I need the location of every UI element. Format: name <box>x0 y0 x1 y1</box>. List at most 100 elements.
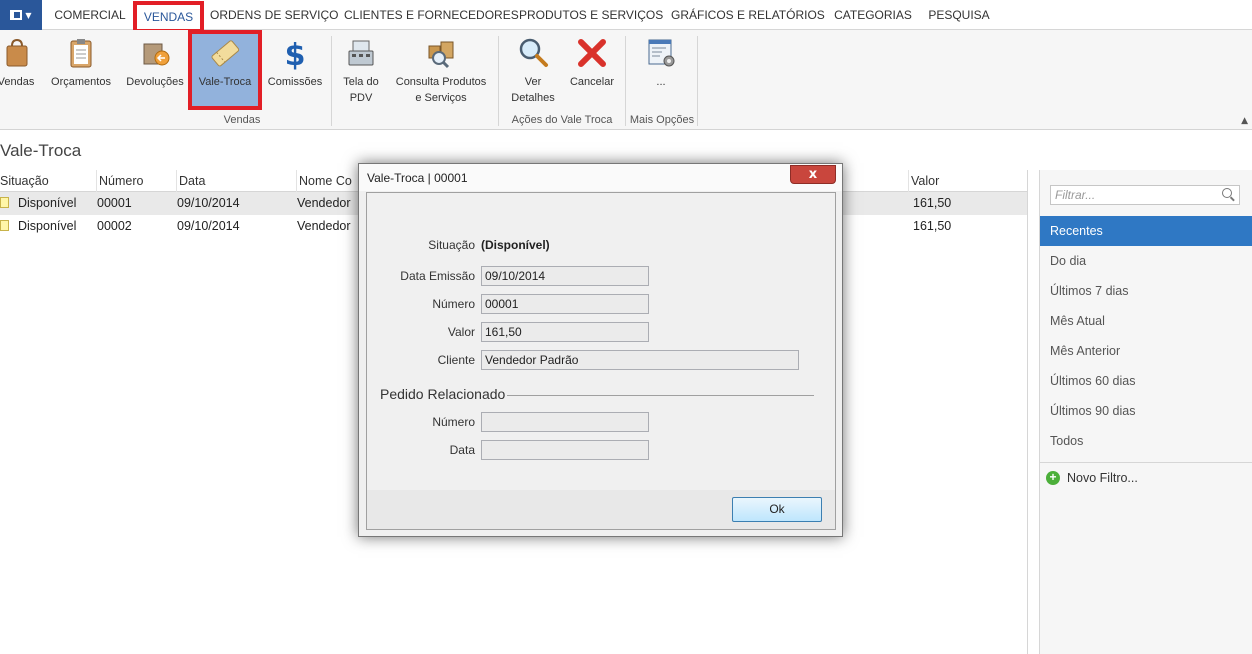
dialog-titlebar[interactable]: Vale-Troca | 00001 x <box>359 164 842 191</box>
tela-pdv-button[interactable]: Tela do PDV <box>336 34 386 106</box>
orcamentos-label: Orçamentos <box>51 76 111 88</box>
close-icon: x <box>808 167 818 182</box>
group-label-mais: Mais Opções <box>629 114 695 126</box>
cancelar-button[interactable]: Cancelar <box>564 34 620 90</box>
filter-ultimos-7-dias[interactable]: Últimos 7 dias <box>1040 276 1252 306</box>
situacao-value: (Disponível) <box>481 238 550 252</box>
filter-recentes[interactable]: Recentes <box>1040 216 1252 246</box>
app-menu-icon <box>10 10 23 20</box>
vale-troca-label: Vale-Troca <box>198 76 252 88</box>
orcamentos-button[interactable]: Orçamentos <box>46 34 116 90</box>
filter-input[interactable]: Filtrar... <box>1050 185 1240 205</box>
data-emissao-field[interactable]: 09/10/2014 <box>481 266 649 286</box>
product-search-icon <box>428 41 454 69</box>
new-filter-button[interactable]: + Novo Filtro... <box>1046 468 1138 488</box>
settings-form-icon <box>648 39 675 67</box>
ver-label-1: Ver <box>524 76 542 88</box>
group-label-vendas: Vendas <box>223 114 261 126</box>
app-menu-button[interactable]: ▼ <box>0 0 42 30</box>
tab-produtos-servicos[interactable]: PRODUTOS E SERVIÇOS <box>519 0 663 30</box>
cell-nome: Vendedor <box>297 219 351 233</box>
app-window: ▼ COMERCIAL VENDAS ORDENS DE SERVIÇO CLI… <box>0 0 1252 654</box>
cash-register-icon <box>348 40 374 66</box>
tab-ordens-servico[interactable]: ORDENS DE SERVIÇO <box>210 0 338 30</box>
cell-numero: 00002 <box>97 219 132 233</box>
pedido-section-title: Pedido Relacionado <box>380 386 506 402</box>
cell-nome: Vendedor <box>297 196 351 210</box>
red-x-icon <box>578 39 606 67</box>
dialog-footer: Ok <box>366 490 836 530</box>
tab-graficos-relatorios[interactable]: GRÁFICOS E RELATÓRIOS <box>671 0 825 30</box>
filter-todos[interactable]: Todos <box>1040 426 1252 456</box>
ver-detalhes-button[interactable]: Ver Detalhes <box>506 34 560 106</box>
filter-do-dia[interactable]: Do dia <box>1040 246 1252 276</box>
cell-numero: 00001 <box>97 196 132 210</box>
situacao-label: Situação <box>428 238 475 252</box>
ok-button[interactable]: Ok <box>732 497 822 522</box>
consulta-produtos-button[interactable]: Consulta Produtos e Serviços <box>390 34 492 106</box>
consulta-label-2: e Serviços <box>415 92 467 104</box>
tab-vendas[interactable]: VENDAS <box>133 1 204 33</box>
comissoes-label: Comissões <box>267 76 323 88</box>
dialog-body: Situação (Disponível) Data Emissão 09/10… <box>366 192 836 491</box>
filter-mes-atual[interactable]: Mês Atual <box>1040 306 1252 336</box>
chevron-down-icon: ▼ <box>25 10 32 20</box>
header-valor[interactable]: Valor <box>908 170 1027 192</box>
vale-troca-dialog: Vale-Troca | 00001 x Situação (Disponíve… <box>358 163 843 537</box>
svg-text:$: $ <box>285 38 306 70</box>
pedido-data-label: Data <box>449 443 475 457</box>
tab-categorias[interactable]: CATEGORIAS <box>832 0 914 30</box>
magnifier-icon <box>519 38 548 67</box>
note-icon <box>0 220 9 231</box>
cell-data: 09/10/2014 <box>177 196 240 210</box>
tab-clientes-fornecedores[interactable]: CLIENTES E FORNECEDORES <box>344 0 519 30</box>
page-title: Vale-Troca <box>0 141 82 160</box>
pedido-numero-field[interactable] <box>481 412 649 432</box>
header-numero[interactable]: Número <box>96 170 176 192</box>
ribbon: Vendas Orçamentos Devoluções Vale-Troca … <box>0 30 1252 130</box>
valor-field[interactable]: 161,50 <box>481 322 649 342</box>
numero-field[interactable]: 00001 <box>481 294 649 314</box>
filter-panel: Filtrar... Recentes Do dia Últimos 7 dia… <box>1039 170 1252 654</box>
close-button[interactable]: x <box>790 165 836 184</box>
tela-pdv-label-1: Tela do <box>343 76 379 88</box>
ribbon-separator <box>625 36 626 126</box>
ribbon-collapse-icon[interactable]: ▲ <box>1241 116 1248 126</box>
cliente-label: Cliente <box>437 353 475 367</box>
header-situacao[interactable]: Situação <box>0 170 96 192</box>
cell-valor: 161,50 <box>913 196 952 210</box>
valor-label: Valor <box>447 325 475 339</box>
new-filter-label: Novo Filtro... <box>1067 471 1138 485</box>
vale-troca-button[interactable]: Vale-Troca <box>188 30 262 110</box>
cliente-field[interactable]: Vendedor Padrão <box>481 350 799 370</box>
header-data[interactable]: Data <box>176 170 296 192</box>
devolucoes-button[interactable]: Devoluções <box>122 34 188 90</box>
mais-label: ... <box>656 76 666 88</box>
group-label-acoes: Ações do Vale Troca <box>511 114 613 126</box>
numero-label: Número <box>432 297 475 311</box>
ribbon-separator <box>498 36 499 126</box>
comissoes-button[interactable]: $ Comissões <box>266 34 324 90</box>
tab-pesquisa[interactable]: PESQUISA <box>926 0 992 30</box>
filter-ultimos-60-dias[interactable]: Últimos 60 dias <box>1040 366 1252 396</box>
vendas-button[interactable]: Vendas <box>0 34 38 90</box>
vendas-label: Vendas <box>0 76 35 88</box>
divider <box>1040 462 1252 463</box>
consulta-label-1: Consulta Produtos <box>395 76 487 88</box>
filter-ultimos-90-dias[interactable]: Últimos 90 dias <box>1040 396 1252 426</box>
note-icon <box>0 197 9 208</box>
ribbon-separator <box>697 36 698 126</box>
plus-icon: + <box>1046 471 1060 485</box>
filter-mes-anterior[interactable]: Mês Anterior <box>1040 336 1252 366</box>
cell-data: 09/10/2014 <box>177 219 240 233</box>
ticket-icon <box>211 40 240 67</box>
tab-comercial[interactable]: COMERCIAL <box>50 0 130 30</box>
search-icon[interactable] <box>1222 188 1232 198</box>
mais-opcoes-button[interactable]: ... <box>632 34 690 90</box>
pedido-numero-label: Número <box>432 415 475 429</box>
section-divider <box>507 395 814 396</box>
dialog-title: Vale-Troca | 00001 <box>367 171 468 185</box>
return-box-icon <box>143 43 170 66</box>
pedido-data-field[interactable] <box>481 440 649 460</box>
cell-situacao: Disponível <box>18 219 77 233</box>
